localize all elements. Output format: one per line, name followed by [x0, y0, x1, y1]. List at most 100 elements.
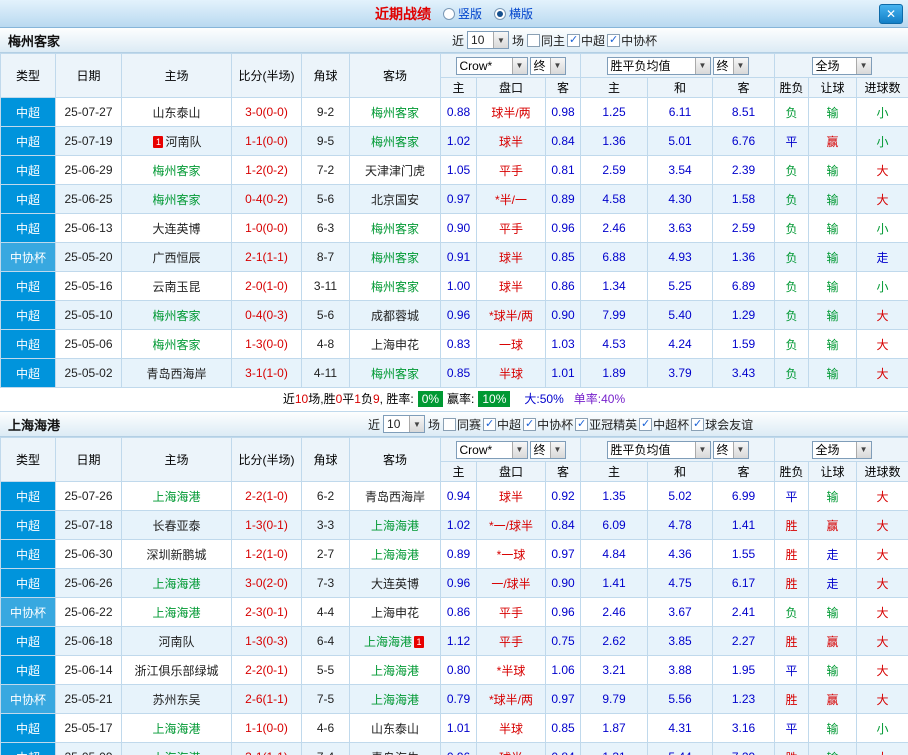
away-team-cell[interactable]: 上海申花 — [349, 597, 441, 627]
score-cell[interactable]: 2-2(1-0) — [231, 481, 302, 511]
away-team-cell[interactable]: 青岛西海岸 — [349, 481, 441, 511]
home-team-cell[interactable]: 梅州客家 — [121, 184, 232, 214]
europe-time-select[interactable]: 终 ▼ — [712, 440, 749, 459]
bookmaker-select[interactable]: Crow* ▼ — [455, 56, 528, 75]
score-cell[interactable]: 1-3(0-3) — [231, 626, 302, 656]
checkbox-icon[interactable] — [527, 33, 541, 47]
home-team-cell[interactable]: 深圳新鹏城 — [121, 539, 232, 569]
score-cell[interactable]: 1-0(0-0) — [231, 213, 302, 243]
filter-checkbox[interactable]: ✓ 中超杯 — [639, 416, 689, 433]
home-team-cell[interactable]: 上海海港 — [121, 597, 232, 627]
score-cell[interactable]: 3-0(2-0) — [231, 568, 302, 598]
away-team-cell[interactable]: 上海海港 1 — [349, 626, 441, 656]
radio-icon[interactable] — [494, 7, 506, 20]
filter-checkbox[interactable]: ✓ 中协杯 — [607, 32, 657, 49]
match-count-select[interactable]: 10 ▼ — [467, 31, 510, 49]
fullmatch-select[interactable]: 全场 ▼ — [811, 440, 872, 459]
home-team-cell[interactable]: 山东泰山 — [121, 97, 232, 127]
filter-checkbox[interactable]: ✓ 亚冠精英 — [575, 416, 637, 433]
checkbox-icon[interactable] — [443, 417, 457, 431]
score-cell[interactable]: 1-1(0-0) — [231, 126, 302, 156]
home-team-cell[interactable]: 大连英博 — [121, 213, 232, 243]
score-cell[interactable]: 0-4(0-3) — [231, 300, 302, 330]
odds-time-select[interactable]: 终 ▼ — [529, 56, 566, 75]
score-cell[interactable]: 2-0(1-0) — [231, 271, 302, 301]
score-cell[interactable]: 3-1(1-0) — [231, 358, 302, 388]
filter-checkbox[interactable]: ✓ 球会友谊 — [691, 416, 753, 433]
odds-time-select[interactable]: 终 ▼ — [529, 440, 566, 459]
away-team-cell[interactable]: 上海申花 — [349, 329, 441, 359]
home-team-cell[interactable]: 梅州客家 — [121, 155, 232, 185]
fullmatch-select[interactable]: 全场 ▼ — [811, 56, 872, 75]
home-team-cell[interactable]: 上海海港 — [121, 568, 232, 598]
layout-vertical-radio[interactable]: 竖版 — [442, 5, 482, 22]
away-team-cell[interactable]: 梅州客家 — [349, 358, 441, 388]
home-team-cell[interactable]: 梅州客家 — [121, 300, 232, 330]
home-team-cell[interactable]: 长春亚泰 — [121, 510, 232, 540]
home-team-cell[interactable]: 上海海港 — [121, 713, 232, 743]
checkbox-icon[interactable]: ✓ — [607, 33, 621, 47]
match-count-select[interactable]: 10 ▼ — [383, 415, 426, 433]
results-table-meizhou: 类型 日期 主场 比分(半场) 角球 客场 Crow* ▼ 终 ▼ 胜平负均值 ▼ 终 ▼ … — [0, 53, 908, 388]
home-team-cell[interactable]: 云南玉昆 — [121, 271, 232, 301]
score-cell[interactable]: 2-1(1-1) — [231, 242, 302, 272]
home-team-cell[interactable]: 青岛西海岸 — [121, 358, 232, 388]
home-team-cell[interactable]: 梅州客家 — [121, 329, 232, 359]
score-cell[interactable]: 1-1(0-0) — [231, 713, 302, 743]
away-team-cell[interactable]: 梅州客家 — [349, 213, 441, 243]
filter-checkbox[interactable]: ✓ 中协杯 — [523, 416, 573, 433]
bookmaker-select[interactable]: Crow* ▼ — [455, 440, 528, 459]
score-cell[interactable]: 2-3(0-1) — [231, 597, 302, 627]
away-team-cell[interactable]: 天津津门虎 — [349, 155, 441, 185]
filter-checkbox[interactable]: 同赛 — [443, 416, 481, 433]
filter-checkbox[interactable]: ✓ 中超 — [483, 416, 521, 433]
filter-checkbox[interactable]: ✓ 中超 — [567, 32, 605, 49]
away-team-cell[interactable]: 梅州客家 — [349, 97, 441, 127]
home-team-cell[interactable]: 河南队 — [121, 626, 232, 656]
home-team-cell[interactable]: 苏州东吴 — [121, 684, 232, 714]
home-team-cell[interactable]: 上海海港 — [121, 742, 232, 755]
checkbox-icon[interactable]: ✓ — [523, 417, 537, 431]
europe-time-select[interactable]: 终 ▼ — [712, 56, 749, 75]
away-team-cell[interactable]: 北京国安 — [349, 184, 441, 214]
score-cell[interactable]: 2-2(0-1) — [231, 655, 302, 685]
league-type-cell: 中协杯 — [0, 242, 56, 272]
away-team-cell[interactable]: 上海海港 — [349, 539, 441, 569]
checkbox-icon[interactable]: ✓ — [691, 417, 705, 431]
away-team-cell[interactable]: 成都蓉城 — [349, 300, 441, 330]
away-team-cell[interactable]: 青岛海牛 — [349, 742, 441, 755]
home-team-cell[interactable]: 广西恒辰 — [121, 242, 232, 272]
away-team-cell[interactable]: 大连英博 — [349, 568, 441, 598]
score-cell[interactable]: 1-3(0-0) — [231, 329, 302, 359]
radio-icon[interactable] — [442, 7, 455, 20]
score-cell[interactable]: 3-1(1-1) — [231, 742, 302, 755]
home-team-cell[interactable]: 浙江俱乐部绿城 — [121, 655, 232, 685]
close-icon[interactable]: ✕ — [879, 4, 903, 24]
home-team-cell[interactable]: 1 河南队 — [121, 126, 232, 156]
checkbox-icon[interactable]: ✓ — [483, 417, 497, 431]
europe-odds-select[interactable]: 胜平负均值 ▼ — [606, 56, 711, 75]
chevron-down-icon: ▼ — [732, 57, 748, 74]
away-team-cell[interactable]: 梅州客家 — [349, 242, 441, 272]
avg-home-cell: 1.89 — [580, 358, 649, 388]
score-cell[interactable]: 1-3(0-1) — [231, 510, 302, 540]
checkbox-icon[interactable]: ✓ — [575, 417, 589, 431]
score-cell[interactable]: 2-6(1-1) — [231, 684, 302, 714]
away-team-cell[interactable]: 上海海港 — [349, 655, 441, 685]
score-cell[interactable]: 0-4(0-2) — [231, 184, 302, 214]
europe-odds-select[interactable]: 胜平负均值 ▼ — [606, 440, 711, 459]
score-cell[interactable]: 3-0(0-0) — [231, 97, 302, 127]
away-team-cell[interactable]: 梅州客家 — [349, 126, 441, 156]
away-team-cell[interactable]: 山东泰山 — [349, 713, 441, 743]
filter-checkbox[interactable]: 同主 — [527, 32, 565, 49]
score-cell[interactable]: 1-2(0-2) — [231, 155, 302, 185]
checkbox-icon[interactable]: ✓ — [639, 417, 653, 431]
home-team-cell[interactable]: 上海海港 — [121, 481, 232, 511]
away-team-cell[interactable]: 上海海港 — [349, 684, 441, 714]
layout-horizontal-radio[interactable]: 横版 — [494, 5, 533, 22]
away-team-cell[interactable]: 梅州客家 — [349, 271, 441, 301]
asia-home-odds-cell: 1.00 — [440, 271, 477, 301]
score-cell[interactable]: 1-2(1-0) — [231, 539, 302, 569]
checkbox-icon[interactable]: ✓ — [567, 33, 581, 47]
away-team-cell[interactable]: 上海海港 — [349, 510, 441, 540]
